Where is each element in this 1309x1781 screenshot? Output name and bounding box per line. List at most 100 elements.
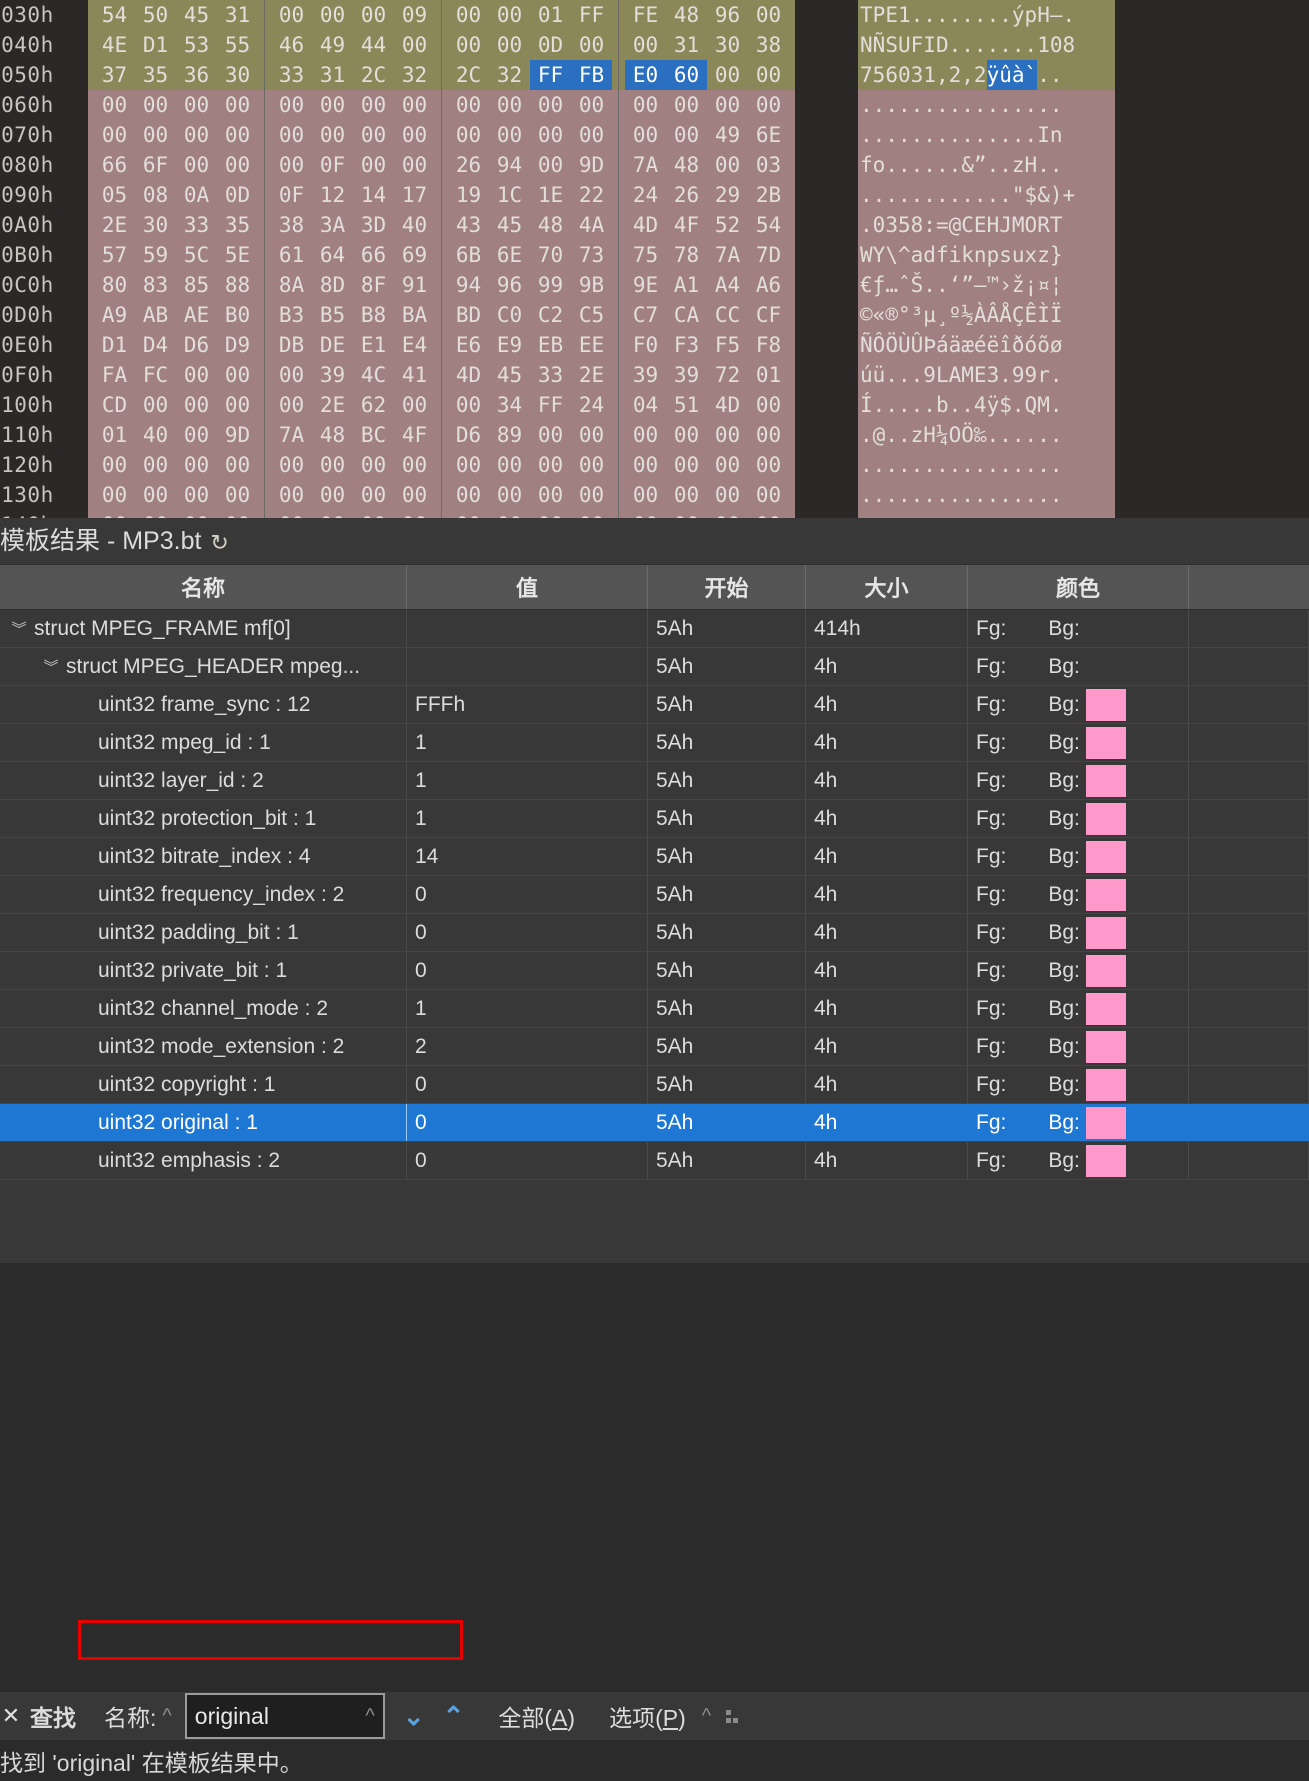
table-row[interactable]: uint32 mpeg_id : 1 1 5Ah 4h Fg: Bg: — [0, 724, 1309, 762]
hex-byte[interactable]: 00 — [353, 120, 394, 150]
hex-row[interactable]: 0100hCD000000002E62000034FF2404514D00Í..… — [0, 390, 1309, 420]
cell-value[interactable]: 14 — [407, 838, 648, 875]
hex-byte[interactable]: 8F — [353, 270, 394, 300]
hex-byte[interactable]: 39 — [312, 360, 353, 390]
hex-byte[interactable]: 00 — [271, 480, 312, 510]
hex-byte[interactable]: EB — [530, 330, 571, 360]
table-row[interactable]: uint32 original : 1 0 5Ah 4h Fg: Bg: — [0, 1104, 1309, 1142]
bg-color-swatch[interactable] — [1085, 764, 1126, 797]
hex-byte[interactable]: 8D — [312, 270, 353, 300]
hex-byte-group[interactable]: 4D 4F 52 54 — [619, 210, 795, 240]
hex-byte[interactable]: 39 — [625, 360, 666, 390]
bg-color-swatch[interactable] — [1085, 1068, 1126, 1101]
hex-byte-group-container[interactable]: 4E D1 53 55 46 49 44 00 00 00 0D 00 00 31 30 38 — [88, 30, 795, 60]
hex-row[interactable]: 0060h00000000000000000000000000000000...… — [0, 90, 1309, 120]
cell-value[interactable]: 1 — [407, 800, 648, 837]
cell-value[interactable]: 0 — [407, 1142, 648, 1179]
hex-byte[interactable]: 24 — [571, 390, 612, 420]
hex-byte[interactable]: 00 — [135, 450, 176, 480]
hex-byte[interactable]: 5C — [176, 240, 217, 270]
hex-byte[interactable]: 00 — [217, 90, 258, 120]
hex-byte[interactable]: 7D — [748, 240, 789, 270]
cell-name[interactable]: ︾ struct MPEG_FRAME mf[0] — [0, 610, 407, 647]
hex-byte[interactable]: 00 — [448, 450, 489, 480]
cell-color[interactable]: Fg: Bg: — [968, 762, 1189, 799]
cell-value[interactable] — [407, 610, 648, 647]
cell-name[interactable]: uint32 copyright : 1 — [0, 1066, 407, 1103]
hex-byte-group[interactable]: 01 40 00 9D — [88, 420, 265, 450]
cell-color[interactable]: Fg: Bg: — [968, 952, 1189, 989]
cell-name[interactable]: uint32 bitrate_index : 4 — [0, 838, 407, 875]
hex-byte[interactable]: 50 — [135, 0, 176, 30]
hex-byte[interactable]: DE — [312, 330, 353, 360]
cell-value[interactable]: 0 — [407, 952, 648, 989]
hex-byte-group[interactable]: 4E D1 53 55 — [88, 30, 265, 60]
hex-byte-group-container[interactable]: 54 50 45 31 00 00 00 09 00 00 01 FF FE 48 96 00 — [88, 0, 795, 30]
hex-byte[interactable]: 9E — [625, 270, 666, 300]
hex-byte[interactable]: 00 — [176, 510, 217, 518]
hex-rows-container[interactable]: 0030h5450453100000009000001FFFE489600TPE… — [0, 0, 1309, 518]
hex-byte[interactable]: 00 — [530, 90, 571, 120]
ascii-text[interactable]: .0358:=@CEHJMORT — [858, 210, 1115, 240]
hex-row[interactable]: 0110h0140009D7A48BC4FD689000000000000.@.… — [0, 420, 1309, 450]
hex-byte[interactable]: 96 — [489, 270, 530, 300]
hex-byte[interactable]: 45 — [176, 0, 217, 30]
hex-byte[interactable]: 64 — [312, 240, 353, 270]
table-row[interactable]: ︾ struct MPEG_FRAME mf[0] 5Ah 414h Fg: Bg: — [0, 610, 1309, 648]
hex-byte[interactable]: 00 — [666, 90, 707, 120]
hex-byte-group-container[interactable]: 00000000000000000000000000000000 — [88, 480, 795, 510]
hex-byte[interactable]: 00 — [748, 0, 789, 30]
hex-byte[interactable]: 00 — [707, 480, 748, 510]
hex-byte[interactable]: 73 — [571, 240, 612, 270]
hex-byte-group[interactable]: 00 39 4C 41 — [265, 360, 442, 390]
hex-byte[interactable]: 0A — [176, 180, 217, 210]
hex-byte[interactable]: 00 — [707, 510, 748, 518]
hex-byte[interactable]: 00 — [530, 450, 571, 480]
hex-byte-group[interactable]: 00000000 — [442, 450, 619, 480]
hex-byte[interactable]: 00 — [353, 450, 394, 480]
ascii-text[interactable]: €ƒ…ˆŠ..‘”–™›ž¡¤¦ — [858, 270, 1115, 300]
hex-byte-group[interactable]: 00000000 — [265, 510, 442, 518]
hex-byte[interactable]: 00 — [448, 120, 489, 150]
hex-byte[interactable]: 8A — [271, 270, 312, 300]
hex-byte[interactable]: C5 — [571, 300, 612, 330]
hex-byte-group[interactable]: 66 6F 00 00 — [88, 150, 265, 180]
hex-byte[interactable]: 26 — [448, 150, 489, 180]
cell-color[interactable]: Fg: Bg: — [968, 876, 1189, 913]
hex-byte[interactable]: E6 — [448, 330, 489, 360]
ascii-text[interactable]: ................ — [858, 480, 1115, 510]
hex-byte[interactable]: 00 — [135, 90, 176, 120]
hex-byte[interactable]: 00 — [176, 420, 217, 450]
hex-byte[interactable]: 66 — [94, 150, 135, 180]
hex-byte[interactable]: 05 — [94, 180, 135, 210]
table-row[interactable]: uint32 private_bit : 1 0 5Ah 4h Fg: Bg: — [0, 952, 1309, 990]
hex-byte[interactable]: 34 — [489, 390, 530, 420]
bg-color-swatch[interactable] — [1085, 916, 1126, 949]
hex-byte[interactable]: 51 — [666, 390, 707, 420]
ascii-text[interactable]: ÑÔÖÙÛÞáäæéëîðóõø — [858, 330, 1115, 360]
hex-byte[interactable]: 48 — [666, 150, 707, 180]
hex-byte[interactable]: 7A — [707, 240, 748, 270]
hex-byte[interactable]: 00 — [571, 450, 612, 480]
hex-byte[interactable]: 62 — [353, 390, 394, 420]
hex-byte-group[interactable]: 00 00 00 09 — [265, 0, 442, 30]
hex-byte-group[interactable]: 00000000 — [442, 120, 619, 150]
hex-byte-group[interactable]: 00000000 — [442, 90, 619, 120]
hex-byte[interactable]: 60 — [666, 60, 707, 90]
hex-byte[interactable]: 00 — [571, 420, 612, 450]
hex-byte-group[interactable]: 7A 48 BC 4F — [265, 420, 442, 450]
hex-byte[interactable]: 00 — [530, 150, 571, 180]
hex-byte-group[interactable]: 0F 12 14 17 — [265, 180, 442, 210]
hex-byte[interactable]: 03 — [748, 150, 789, 180]
hex-byte-group[interactable]: 00000000 — [619, 450, 795, 480]
hex-byte[interactable]: CC — [707, 300, 748, 330]
ascii-text[interactable]: 756031,2,2ÿûà`.. — [858, 60, 1115, 90]
hex-byte[interactable]: 52 — [707, 210, 748, 240]
hex-byte[interactable]: 69 — [394, 240, 435, 270]
hex-byte[interactable]: 6E — [748, 120, 789, 150]
hex-byte[interactable]: 00 — [176, 450, 217, 480]
hex-byte[interactable]: F3 — [666, 330, 707, 360]
hex-byte[interactable]: 70 — [530, 240, 571, 270]
hex-byte-group[interactable]: CD 00 00 00 — [88, 390, 265, 420]
hex-row[interactable]: 00A0h2E303335383A3D404345484A4D4F5254.03… — [0, 210, 1309, 240]
